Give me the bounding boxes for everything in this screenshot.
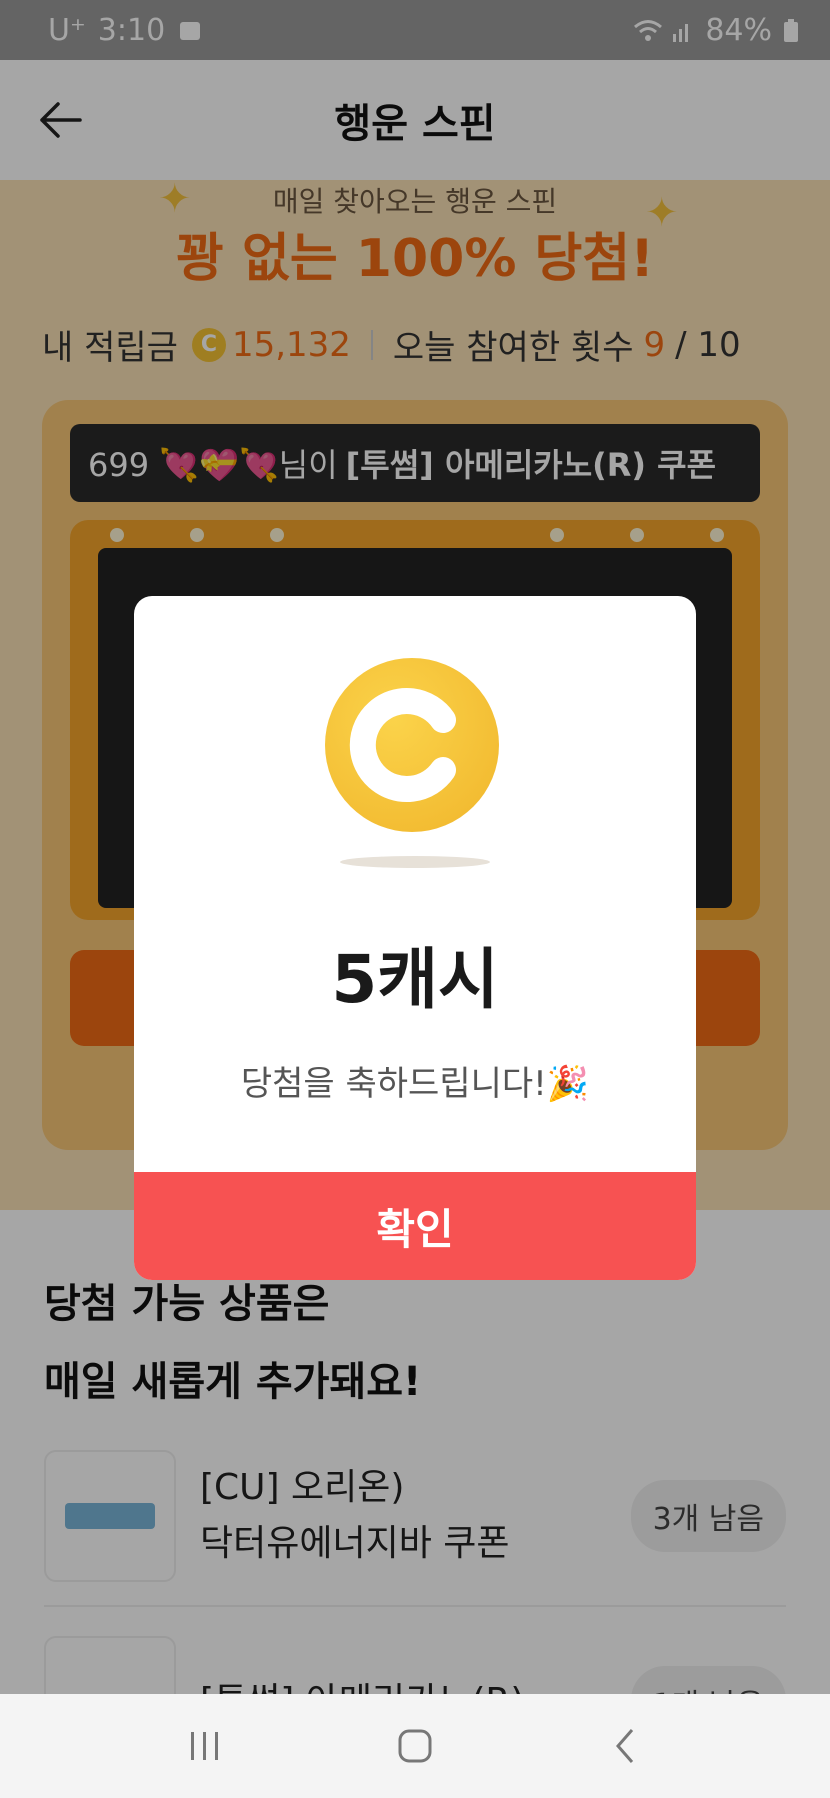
recent-apps-button[interactable] bbox=[175, 1716, 235, 1776]
prize-amount: 5캐시 bbox=[331, 941, 499, 1018]
cash-coin bbox=[325, 658, 505, 838]
coin-icon bbox=[325, 658, 499, 832]
prize-result-modal: 5캐시 당첨을 축하드립니다!🎉 확인 bbox=[134, 596, 696, 1280]
nav-back-button[interactable] bbox=[595, 1716, 655, 1776]
recent-apps-icon bbox=[191, 1732, 218, 1760]
chevron-left-icon bbox=[616, 1729, 634, 1763]
confirm-button[interactable]: 확인 bbox=[134, 1172, 696, 1280]
home-button[interactable] bbox=[385, 1716, 445, 1776]
home-icon bbox=[398, 1729, 432, 1763]
coin-shadow bbox=[340, 856, 490, 868]
congrats-message: 당첨을 축하드립니다!🎉 bbox=[240, 1064, 590, 1104]
system-nav-bar bbox=[0, 1694, 830, 1798]
